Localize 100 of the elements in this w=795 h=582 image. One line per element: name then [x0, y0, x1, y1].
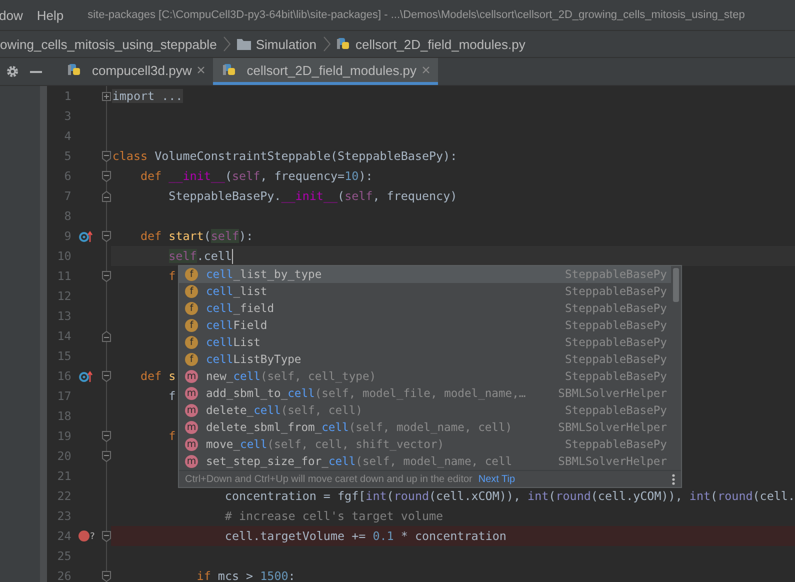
completion-item[interactable]: m new_cell(self, cell_type) SteppableBasePy	[179, 368, 671, 385]
completion-item[interactable]: f cellField SteppableBasePy	[179, 317, 671, 334]
hint-text: Ctrl+Down and Ctrl+Up will move caret down and up in the editor	[185, 474, 472, 484]
fold-end-icon[interactable]	[102, 190, 111, 202]
line-number: 17	[56, 389, 72, 403]
completion-source: SteppableBasePy	[564, 353, 667, 366]
completion-source: SteppableBasePy	[564, 319, 667, 332]
line-number: 23	[56, 509, 72, 523]
scrollbar-thumb[interactable]	[673, 268, 679, 302]
breakpoint-icon[interactable]	[78, 530, 90, 542]
fold-collapse-icon[interactable]	[102, 450, 111, 462]
line-number: 8	[63, 209, 72, 223]
line-number: 9	[63, 229, 72, 243]
fold-collapse-icon[interactable]	[102, 530, 111, 542]
fold-end-icon[interactable]	[102, 330, 111, 342]
python-file-icon	[336, 37, 351, 51]
completion-source: SteppableBasePy	[564, 302, 667, 315]
completion-item[interactable]: m move_cell(self, cell, shift_vector) SteppableBasePy	[179, 436, 671, 453]
line-number: 21	[56, 469, 72, 483]
code-line: f	[168, 269, 176, 283]
fold-collapse-icon[interactable]	[102, 150, 111, 162]
method-icon: m	[185, 421, 198, 434]
completion-item[interactable]: f cellListByType SteppableBasePy	[179, 351, 671, 368]
chevron-icon	[322, 36, 331, 52]
breadcrumb-item[interactable]: owing_cells_mitosis_using_steppable	[0, 36, 217, 52]
completion-source: SteppableBasePy	[564, 404, 667, 417]
method-icon: m	[185, 387, 198, 400]
fold-expand-icon[interactable]	[102, 92, 111, 100]
menu-item[interactable]: Help	[36, 8, 64, 22]
override-icon[interactable]	[79, 370, 94, 382]
line-number: 20	[56, 449, 72, 463]
completion-name: new_cell(self, cell_type)	[206, 370, 376, 383]
override-icon[interactable]	[79, 230, 94, 242]
line-number: 18	[56, 409, 72, 423]
fold-collapse-icon[interactable]	[102, 430, 111, 442]
completion-source: SteppableBasePy	[564, 285, 667, 298]
completion-name: cellField	[206, 319, 268, 332]
code-line: self.cell	[168, 249, 232, 263]
close-icon[interactable]	[422, 66, 430, 74]
code-line: if mcs > 1500:	[196, 569, 296, 582]
breadcrumb-item[interactable]: cellsort_2D_field_modules.py	[356, 36, 526, 52]
fold-collapse-icon[interactable]	[102, 370, 111, 382]
completion-source: SteppableBasePy	[564, 336, 667, 349]
field-icon: f	[185, 353, 198, 366]
line-number: 26	[56, 569, 72, 582]
field-icon: f	[185, 319, 198, 332]
editor-tab[interactable]: compucell3d.pyw	[58, 58, 213, 85]
method-icon: m	[185, 370, 198, 383]
completion-item[interactable]: f cellList SteppableBasePy	[179, 334, 671, 351]
completion-source: SteppableBasePy	[564, 438, 667, 451]
editor-tab[interactable]: cellsort_2D_field_modules.py	[212, 58, 438, 85]
line-number: 10	[56, 249, 72, 263]
line-number: 1	[63, 89, 72, 103]
line-number: 7	[63, 189, 72, 203]
line-number: 22	[56, 489, 72, 503]
minimize-icon[interactable]	[30, 70, 42, 72]
line-number: 6	[63, 169, 72, 183]
code-line: class VolumeConstraintSteppable(SteppableBasePy):	[112, 149, 458, 163]
completion-item[interactable]: m delete_sbml_from_cell(self, model_name, cell) SBMLSolverHelper	[179, 419, 671, 436]
code-line: def start(self):	[139, 229, 254, 243]
completion-source: SBMLSolverHelper	[557, 387, 667, 400]
completion-name: set_step_size_for_cell(self, model_name, cell	[206, 455, 512, 468]
completion-item[interactable]: m delete_cell(self, cell) SteppableBasePy	[179, 402, 671, 419]
fold-collapse-icon[interactable]	[102, 570, 111, 582]
code-line: def __init__(self, frequency=10):	[139, 169, 373, 183]
fold-collapse-icon[interactable]	[102, 270, 111, 282]
breakpoint-label: ?	[90, 533, 96, 542]
chevron-icon	[222, 36, 231, 52]
next-tip-link[interactable]: Next Tip	[478, 474, 516, 484]
window-title: site-packages [C:\CompuCell3D-py3-64bit\lib\site-packages] - ...\Demos\Models\cellsort\cellsort_2D_growing_cells_mitosis_using_step	[88, 9, 745, 21]
completion-name: delete_cell(self, cell)	[206, 404, 362, 417]
code-line: SteppableBasePy.__init__(self, frequency)	[168, 189, 458, 203]
completion-item[interactable]: f cell_field SteppableBasePy	[179, 300, 671, 317]
completion-source: SteppableBasePy	[564, 370, 667, 383]
completion-name: cellList	[206, 336, 260, 349]
method-icon: m	[185, 455, 198, 468]
fold-collapse-icon[interactable]	[102, 230, 111, 242]
completion-source: SBMLSolverHelper	[557, 421, 667, 434]
line-number: 11	[56, 269, 72, 283]
code-line: concentration = fgf[int(round(cell.xCOM)), int(round(cell.yCOM)), int(round(cell.	[224, 489, 795, 503]
close-icon[interactable]	[196, 66, 205, 74]
completion-name: cellListByType	[206, 353, 302, 366]
fold-collapse-icon[interactable]	[102, 170, 111, 182]
completion-name: cell_list_by_type	[206, 268, 322, 281]
line-number: 5	[63, 149, 72, 163]
line-number: 4	[63, 129, 72, 143]
completion-name: cell_field	[206, 302, 274, 315]
completion-item[interactable]: m set_step_size_for_cell(self, model_name, cell SBMLSolverHelper	[179, 453, 671, 470]
line-number: 14	[56, 329, 72, 343]
line-number: 24	[56, 529, 72, 543]
more-icon[interactable]	[672, 474, 675, 484]
code-line: def s	[139, 369, 176, 383]
code-line: cell.targetVolume += 0.1 * concentration	[224, 529, 506, 543]
breadcrumb-item[interactable]: Simulation	[256, 36, 317, 52]
completion-item[interactable]: m add_sbml_to_cell(self, model_file, model_name,… SBMLSolverHelper	[179, 385, 671, 402]
completion-item[interactable]: f cell_list SteppableBasePy	[179, 283, 671, 300]
completion-name: cell_list	[206, 285, 268, 298]
settings-icon[interactable]	[6, 65, 18, 78]
field-icon: f	[185, 285, 198, 298]
text-caret	[232, 248, 234, 264]
